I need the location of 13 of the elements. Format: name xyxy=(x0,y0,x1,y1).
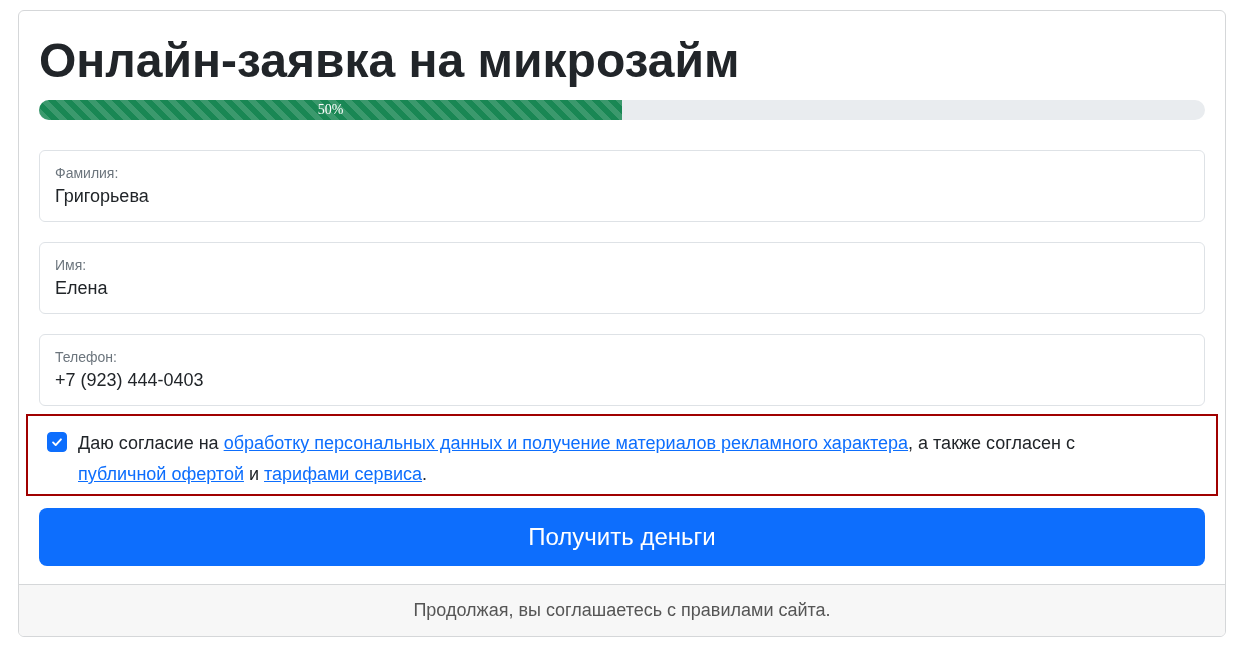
checkmark-icon xyxy=(50,435,64,449)
input-field[interactable]: Фамилия: Григорьева xyxy=(39,150,1205,222)
consent-link[interactable]: тарифами сервиса xyxy=(264,464,423,484)
card-footer: Продолжая, вы соглашаетесь с правилами сайта. xyxy=(19,584,1225,636)
consent-link[interactable]: публичной офертой xyxy=(78,464,244,484)
submit-button[interactable]: Получить деньги xyxy=(39,508,1205,566)
consent-text: Даю согласие на обработку персональных данных и получение материалов рекламного характера, а также согласен с публичной офертой и тарифами сервиса. xyxy=(78,432,1076,486)
checkbox[interactable] xyxy=(47,432,67,452)
input-field[interactable]: Телефон: +7 (923) 444-0403 xyxy=(39,334,1205,406)
input-field[interactable]: Имя: Елена xyxy=(39,242,1205,314)
page-title: Онлайн-заявка на микрозайм xyxy=(39,33,740,89)
consent-link[interactable]: обработку персональных данных и получение материалов рекламного характера xyxy=(223,433,909,453)
progress-label: 50% xyxy=(317,102,344,118)
